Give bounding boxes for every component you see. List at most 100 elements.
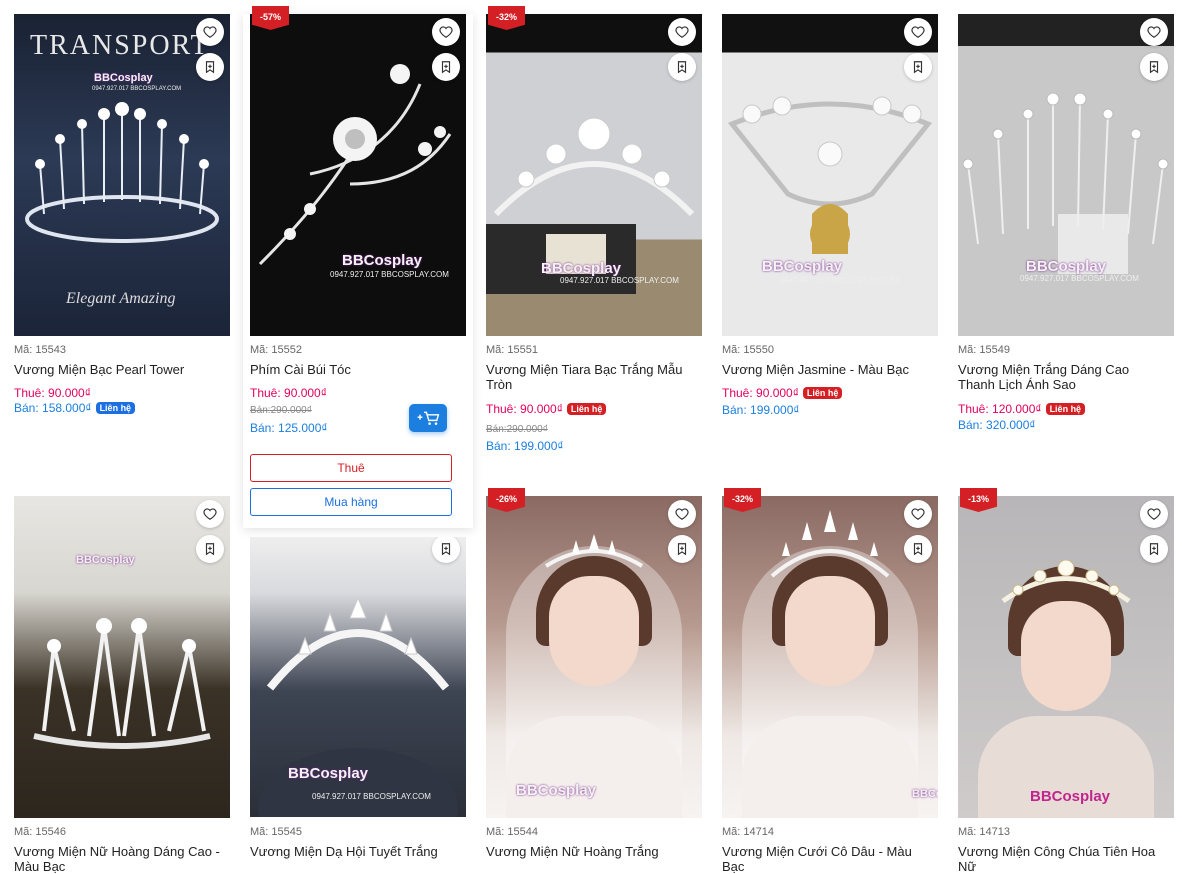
heart-icon	[911, 508, 925, 520]
sale-price: Bán: 125.000₫	[250, 421, 328, 435]
rent-price: Thuê: 90.000₫	[250, 386, 327, 400]
watermark: BBCosplay	[516, 782, 597, 799]
sale-price-text: Bán: 199.000₫	[722, 403, 800, 417]
product-image[interactable]: BBCosplay 0947.927.017 BBCOSPLAY.COM	[486, 14, 702, 336]
watermark: BBCosplay	[912, 788, 938, 800]
sale-price-text: Bán: 158.000₫	[14, 401, 92, 415]
bookmark-icon	[677, 543, 687, 556]
product-name[interactable]: Vương Miện Trắng Dáng Cao Thanh Lịch Ánh…	[958, 362, 1168, 392]
product-code: Mã: 15546	[14, 826, 66, 838]
rent-price: Thuê: 90.000₫ Liên hệ	[486, 402, 607, 416]
image-caption: TRANSPORT	[30, 30, 210, 61]
watermark-sub: 0947.927.017 BBCOSPLAY.COM	[1020, 274, 1139, 283]
rent-price-text: Thuê: 90.000₫	[14, 386, 91, 400]
product-card[interactable]: BBCosplay 0947.927.017 BBCOSPLAY.COM Mã:…	[250, 537, 466, 870]
bookmark-button[interactable]	[904, 535, 932, 563]
product-image[interactable]: BBCosplay 0947.927.017 BBCOSPLAY.COM	[250, 14, 466, 336]
product-card[interactable]: BBCosplay 0947.927.017 BBCOSPLAY.COM -57…	[243, 6, 473, 528]
product-card[interactable]: BBCosplay Mã: 15546 Vương Miện Nữ Hoàng …	[14, 496, 230, 874]
contact-badge[interactable]: Liên hệ	[1045, 403, 1086, 415]
heart-icon	[911, 26, 925, 38]
contact-badge[interactable]: Liên hệ	[566, 403, 607, 415]
product-image[interactable]: BBCosplay	[722, 496, 938, 818]
rent-price: Thuê: 120.000₫ Liên hệ	[958, 402, 1086, 416]
product-image[interactable]: BBCosplay 0947.927.017 BBCOSPLAY.COM	[250, 537, 466, 817]
bookmark-button[interactable]	[904, 53, 932, 81]
bookmark-button[interactable]	[668, 535, 696, 563]
product-card[interactable]: TRANSPORT BBCosplay 0947.927.017 BBCOSPL…	[14, 14, 230, 415]
favorite-button[interactable]	[904, 500, 932, 528]
rent-price-text: Thuê: 90.000₫	[722, 386, 799, 400]
bookmark-icon	[1149, 543, 1159, 556]
bookmark-icon	[205, 543, 215, 556]
product-name[interactable]: Vương Miện Jasmine - Màu Bạc	[722, 362, 932, 377]
add-to-cart-button[interactable]	[409, 404, 447, 432]
bookmark-icon	[205, 61, 215, 74]
bookmark-button[interactable]	[668, 53, 696, 81]
heart-icon	[675, 26, 689, 38]
heart-icon	[1147, 26, 1161, 38]
favorite-button[interactable]	[1140, 18, 1168, 46]
favorite-button[interactable]	[196, 500, 224, 528]
product-name[interactable]: Vương Miện Nữ Hoàng Trắng	[486, 844, 696, 859]
product-name[interactable]: Vương Miện Tiara Bạc Trắng Mẫu Tròn	[486, 362, 696, 392]
sale-price-text: Bán: 199.000₫	[486, 439, 564, 453]
product-code: Mã: 15545	[250, 826, 302, 838]
product-image[interactable]: BBCosplay	[486, 496, 702, 818]
favorite-button[interactable]	[1140, 500, 1168, 528]
bookmark-button[interactable]	[196, 53, 224, 81]
watermark: BBCosplay	[94, 72, 153, 84]
heart-icon	[1147, 508, 1161, 520]
product-card[interactable]: BBCosplay 0947.927.017 BBCOSPLAY.COM Mã:…	[958, 14, 1174, 432]
watermark-sub: 0947.927.017 BBCOSPLAY.COM	[312, 792, 431, 801]
rent-price-text: Thuê: 90.000₫	[250, 386, 327, 400]
old-price: Bán:290.000₫	[486, 424, 548, 435]
product-image[interactable]: BBCosplay	[958, 496, 1174, 818]
favorite-button[interactable]	[432, 18, 460, 46]
product-card[interactable]: BBCosplay 0947.927.017 BBCOSPLAY.COM Mã:…	[722, 14, 938, 417]
heart-icon	[203, 508, 217, 520]
product-name[interactable]: Phím Cài Búi Tóc	[250, 362, 460, 377]
product-image[interactable]: BBCosplay 0947.927.017 BBCOSPLAY.COM	[958, 14, 1174, 336]
watermark: BBCosplay	[762, 258, 843, 275]
buy-button[interactable]: Mua hàng	[250, 488, 452, 516]
favorite-button[interactable]	[668, 500, 696, 528]
sale-price: Bán: 320.000₫	[958, 418, 1036, 432]
contact-badge[interactable]: Liên hệ	[95, 402, 136, 414]
product-image[interactable]: BBCosplay	[14, 496, 230, 818]
product-card[interactable]: BBCosplay -26% Mã: 15544 Vương Miện Nữ H…	[486, 488, 702, 859]
watermark: BBCosplay	[1026, 258, 1107, 275]
product-name[interactable]: Vương Miện Bạc Pearl Tower	[14, 362, 224, 377]
rent-price-text: Thuê: 120.000₫	[958, 402, 1042, 416]
bookmark-icon	[913, 61, 923, 74]
product-name[interactable]: Vương Miện Dạ Hội Tuyết Trắng	[250, 844, 460, 859]
favorite-button[interactable]	[196, 18, 224, 46]
bookmark-button[interactable]	[432, 53, 460, 81]
product-card[interactable]: BBCosplay -13% Mã: 14713 Vương Miện Công…	[958, 488, 1174, 874]
bookmark-button[interactable]	[196, 535, 224, 563]
watermark: BBCosplay	[1030, 788, 1111, 805]
bookmark-button[interactable]	[1140, 535, 1168, 563]
watermark-sub: 0947.927.017 BBCOSPLAY.COM	[92, 86, 182, 92]
rent-price-text: Thuê: 90.000₫	[486, 402, 563, 416]
bookmark-icon	[913, 543, 923, 556]
bookmark-icon	[441, 543, 451, 556]
contact-badge[interactable]: Liên hệ	[802, 387, 843, 399]
bookmark-button[interactable]	[1140, 53, 1168, 81]
product-code: Mã: 15549	[958, 344, 1010, 356]
sale-price-text: Bán: 125.000₫	[250, 421, 328, 435]
favorite-button[interactable]	[668, 18, 696, 46]
product-card[interactable]: BBCosplay 0947.927.017 BBCOSPLAY.COM -32…	[486, 6, 702, 453]
product-image[interactable]: BBCosplay 0947.927.017 BBCOSPLAY.COM	[722, 14, 938, 336]
watermark: BBCosplay	[288, 765, 369, 782]
product-card[interactable]: BBCosplay -32% Mã: 14714 Vương Miện Cưới…	[722, 488, 938, 874]
add-cart-icon	[417, 411, 440, 425]
product-code: Mã: 15551	[486, 344, 538, 356]
favorite-button[interactable]	[904, 18, 932, 46]
sale-price-text: Bán: 320.000₫	[958, 418, 1036, 432]
product-code: Mã: 14713	[958, 826, 1010, 838]
product-image[interactable]: TRANSPORT BBCosplay 0947.927.017 BBCOSPL…	[14, 14, 230, 336]
old-price: Bán:290.000₫	[250, 405, 312, 416]
rent-button[interactable]: Thuê	[250, 454, 452, 482]
image-caption: Elegant Amazing	[66, 290, 176, 307]
